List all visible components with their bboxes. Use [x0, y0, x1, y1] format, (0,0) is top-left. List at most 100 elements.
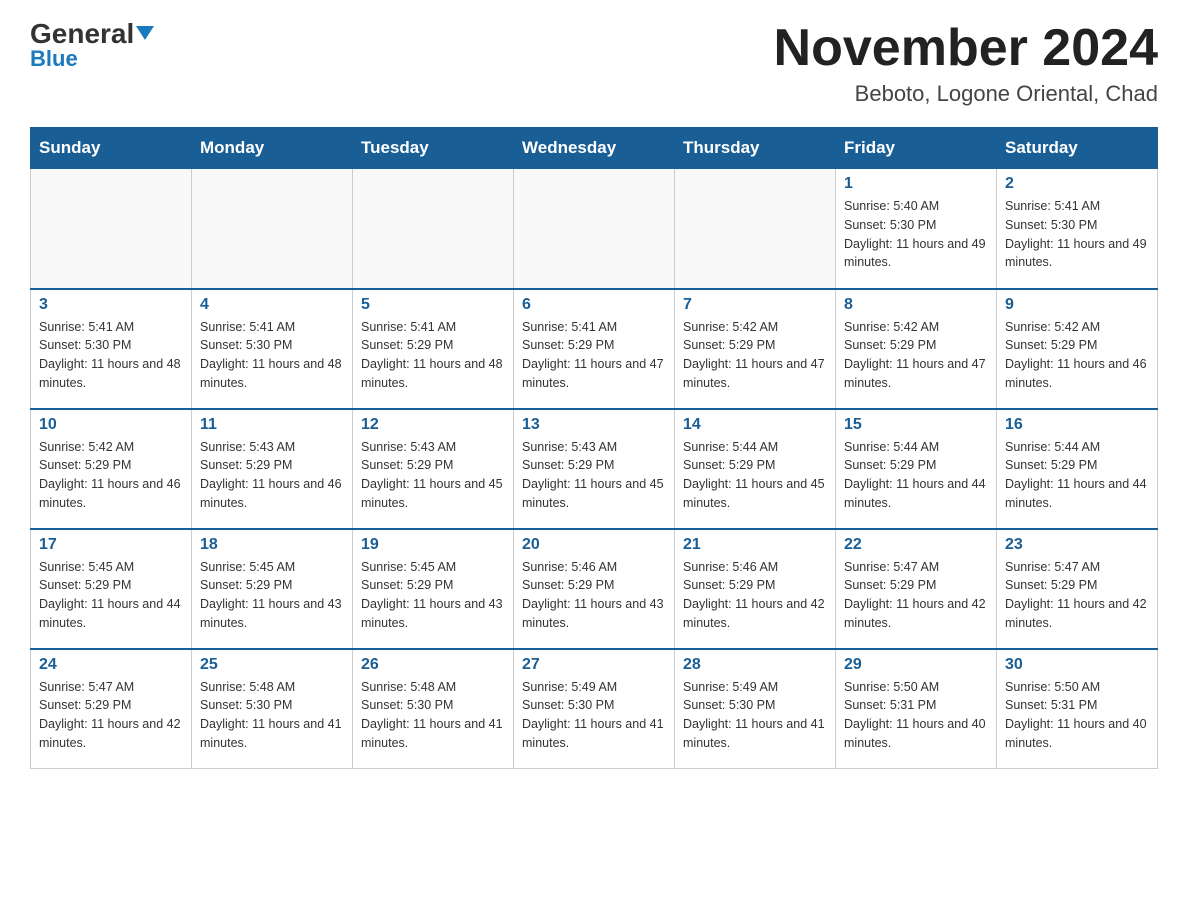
calendar-cell — [31, 169, 192, 289]
weekday-header-friday: Friday — [836, 128, 997, 169]
title-area: November 2024 Beboto, Logone Oriental, C… — [774, 20, 1158, 107]
day-number: 2 — [1005, 175, 1149, 193]
weekday-header-monday: Monday — [192, 128, 353, 169]
day-number: 25 — [200, 656, 344, 674]
day-number: 7 — [683, 296, 827, 314]
calendar-cell: 12Sunrise: 5:43 AMSunset: 5:29 PMDayligh… — [353, 409, 514, 529]
day-number: 26 — [361, 656, 505, 674]
calendar-week-row: 3 Sunrise: 5:41 AMSunset: 5:30 PMDaylight… — [31, 289, 1158, 409]
day-number: 29 — [844, 656, 988, 674]
day-info: Sunrise: 5:43 AMSunset: 5:29 PMDaylight:… — [200, 438, 344, 513]
day-info: Sunrise: 5:44 AMSunset: 5:29 PMDaylight:… — [683, 438, 827, 513]
calendar-cell: 27 Sunrise: 5:49 AMSunset: 5:30 PMDayligh… — [514, 649, 675, 769]
day-number: 1 — [844, 175, 988, 193]
calendar-cell: 17 Sunrise: 5:45 AMSunset: 5:29 PMDayligh… — [31, 529, 192, 649]
calendar-cell: 5 Sunrise: 5:41 AMSunset: 5:29 PMDaylight… — [353, 289, 514, 409]
calendar-cell: 1 Sunrise: 5:40 AMSunset: 5:30 PMDaylight… — [836, 169, 997, 289]
day-number: 17 — [39, 536, 183, 554]
day-number: 9 — [1005, 296, 1149, 314]
calendar-week-row: 10Sunrise: 5:42 AMSunset: 5:29 PMDayligh… — [31, 409, 1158, 529]
day-info: Sunrise: 5:48 AMSunset: 5:30 PMDaylight:… — [200, 678, 344, 753]
calendar-cell: 2 Sunrise: 5:41 AMSunset: 5:30 PMDaylight… — [997, 169, 1158, 289]
page-header: General Blue November 2024 Beboto, Logon… — [30, 20, 1158, 107]
day-number: 16 — [1005, 416, 1149, 434]
location-subtitle: Beboto, Logone Oriental, Chad — [774, 81, 1158, 107]
calendar-cell — [675, 169, 836, 289]
calendar-cell: 20 Sunrise: 5:46 AMSunset: 5:29 PMDayligh… — [514, 529, 675, 649]
day-info: Sunrise: 5:48 AMSunset: 5:30 PMDaylight:… — [361, 678, 505, 753]
calendar-cell: 24 Sunrise: 5:47 AMSunset: 5:29 PMDayligh… — [31, 649, 192, 769]
weekday-header-sunday: Sunday — [31, 128, 192, 169]
day-number: 30 — [1005, 656, 1149, 674]
day-info: Sunrise: 5:45 AMSunset: 5:29 PMDaylight:… — [39, 558, 183, 633]
logo-text: General — [30, 20, 154, 48]
day-number: 27 — [522, 656, 666, 674]
day-info: Sunrise: 5:41 AMSunset: 5:30 PMDaylight:… — [1005, 197, 1149, 272]
calendar-cell: 28 Sunrise: 5:49 AMSunset: 5:30 PMDayligh… — [675, 649, 836, 769]
weekday-header-saturday: Saturday — [997, 128, 1158, 169]
calendar-cell: 29 Sunrise: 5:50 AMSunset: 5:31 PMDayligh… — [836, 649, 997, 769]
day-number: 20 — [522, 536, 666, 554]
day-info: Sunrise: 5:45 AMSunset: 5:29 PMDaylight:… — [361, 558, 505, 633]
calendar-cell: 15 Sunrise: 5:44 AMSunset: 5:29 PMDayligh… — [836, 409, 997, 529]
day-number: 15 — [844, 416, 988, 434]
day-info: Sunrise: 5:47 AMSunset: 5:29 PMDaylight:… — [1005, 558, 1149, 633]
logo-triangle-icon — [136, 26, 154, 40]
month-year-title: November 2024 — [774, 20, 1158, 77]
day-info: Sunrise: 5:42 AMSunset: 5:29 PMDaylight:… — [844, 318, 988, 393]
day-info: Sunrise: 5:47 AMSunset: 5:29 PMDaylight:… — [844, 558, 988, 633]
day-number: 18 — [200, 536, 344, 554]
day-number: 3 — [39, 296, 183, 314]
day-info: Sunrise: 5:50 AMSunset: 5:31 PMDaylight:… — [1005, 678, 1149, 753]
calendar-cell: 30 Sunrise: 5:50 AMSunset: 5:31 PMDayligh… — [997, 649, 1158, 769]
calendar-cell: 18 Sunrise: 5:45 AMSunset: 5:29 PMDayligh… — [192, 529, 353, 649]
day-info: Sunrise: 5:50 AMSunset: 5:31 PMDaylight:… — [844, 678, 988, 753]
day-info: Sunrise: 5:44 AMSunset: 5:29 PMDaylight:… — [1005, 438, 1149, 513]
day-info: Sunrise: 5:41 AMSunset: 5:29 PMDaylight:… — [522, 318, 666, 393]
day-info: Sunrise: 5:42 AMSunset: 5:29 PMDaylight:… — [1005, 318, 1149, 393]
calendar-cell: 21Sunrise: 5:46 AMSunset: 5:29 PMDayligh… — [675, 529, 836, 649]
calendar-cell: 22 Sunrise: 5:47 AMSunset: 5:29 PMDayligh… — [836, 529, 997, 649]
day-info: Sunrise: 5:43 AMSunset: 5:29 PMDaylight:… — [522, 438, 666, 513]
day-info: Sunrise: 5:45 AMSunset: 5:29 PMDaylight:… — [200, 558, 344, 633]
day-number: 12 — [361, 416, 505, 434]
day-number: 28 — [683, 656, 827, 674]
day-number: 21 — [683, 536, 827, 554]
day-number: 24 — [39, 656, 183, 674]
calendar-cell: 10Sunrise: 5:42 AMSunset: 5:29 PMDayligh… — [31, 409, 192, 529]
calendar-cell: 13Sunrise: 5:43 AMSunset: 5:29 PMDayligh… — [514, 409, 675, 529]
day-number: 4 — [200, 296, 344, 314]
day-info: Sunrise: 5:49 AMSunset: 5:30 PMDaylight:… — [522, 678, 666, 753]
day-number: 11 — [200, 416, 344, 434]
calendar-week-row: 24 Sunrise: 5:47 AMSunset: 5:29 PMDayligh… — [31, 649, 1158, 769]
day-info: Sunrise: 5:49 AMSunset: 5:30 PMDaylight:… — [683, 678, 827, 753]
calendar-cell — [353, 169, 514, 289]
day-info: Sunrise: 5:44 AMSunset: 5:29 PMDaylight:… — [844, 438, 988, 513]
logo-blue-text: Blue — [30, 46, 78, 72]
day-info: Sunrise: 5:47 AMSunset: 5:29 PMDaylight:… — [39, 678, 183, 753]
day-info: Sunrise: 5:41 AMSunset: 5:29 PMDaylight:… — [361, 318, 505, 393]
day-info: Sunrise: 5:41 AMSunset: 5:30 PMDaylight:… — [200, 318, 344, 393]
calendar-cell — [514, 169, 675, 289]
calendar-cell: 6Sunrise: 5:41 AMSunset: 5:29 PMDaylight… — [514, 289, 675, 409]
day-info: Sunrise: 5:40 AMSunset: 5:30 PMDaylight:… — [844, 197, 988, 272]
day-info: Sunrise: 5:41 AMSunset: 5:30 PMDaylight:… — [39, 318, 183, 393]
day-number: 5 — [361, 296, 505, 314]
calendar-cell: 26 Sunrise: 5:48 AMSunset: 5:30 PMDayligh… — [353, 649, 514, 769]
calendar-cell — [192, 169, 353, 289]
calendar-cell: 7 Sunrise: 5:42 AMSunset: 5:29 PMDaylight… — [675, 289, 836, 409]
calendar-week-row: 17 Sunrise: 5:45 AMSunset: 5:29 PMDayligh… — [31, 529, 1158, 649]
calendar-cell: 14Sunrise: 5:44 AMSunset: 5:29 PMDayligh… — [675, 409, 836, 529]
calendar-cell: 23 Sunrise: 5:47 AMSunset: 5:29 PMDayligh… — [997, 529, 1158, 649]
calendar-cell: 3 Sunrise: 5:41 AMSunset: 5:30 PMDaylight… — [31, 289, 192, 409]
calendar-cell: 4 Sunrise: 5:41 AMSunset: 5:30 PMDaylight… — [192, 289, 353, 409]
logo: General Blue — [30, 20, 154, 72]
day-number: 8 — [844, 296, 988, 314]
calendar-cell: 19Sunrise: 5:45 AMSunset: 5:29 PMDayligh… — [353, 529, 514, 649]
calendar-cell: 9 Sunrise: 5:42 AMSunset: 5:29 PMDaylight… — [997, 289, 1158, 409]
day-number: 22 — [844, 536, 988, 554]
calendar-cell: 16 Sunrise: 5:44 AMSunset: 5:29 PMDayligh… — [997, 409, 1158, 529]
day-number: 23 — [1005, 536, 1149, 554]
day-info: Sunrise: 5:46 AMSunset: 5:29 PMDaylight:… — [522, 558, 666, 633]
day-info: Sunrise: 5:42 AMSunset: 5:29 PMDaylight:… — [683, 318, 827, 393]
